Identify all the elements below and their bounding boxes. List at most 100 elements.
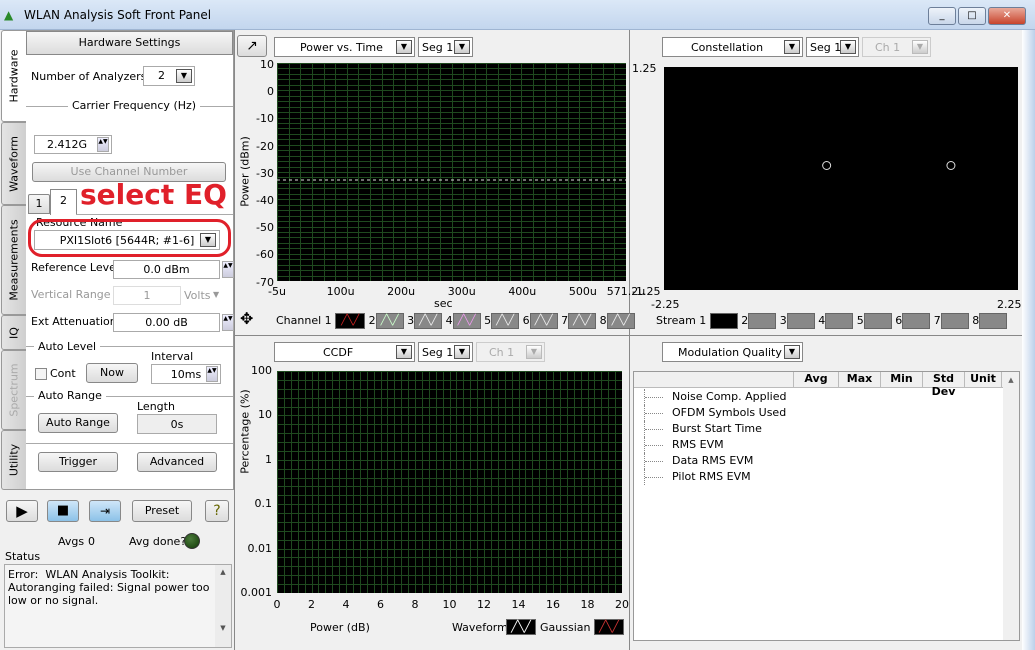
preset-button[interactable]: Preset	[132, 500, 192, 522]
maximize-button[interactable]: □	[958, 7, 986, 25]
status-textbox[interactable]: Error: WLAN Analysis Toolkit: Autorangin…	[4, 564, 232, 648]
ccdf-seg-select[interactable]: Seg 1 ▼	[418, 342, 473, 362]
legend-swatch[interactable]	[825, 313, 854, 329]
legend-swatch[interactable]: ╱╲╱	[375, 313, 404, 329]
ccdf-xtick: 2	[308, 598, 315, 611]
close-button[interactable]: ✕	[988, 7, 1026, 25]
advanced-button[interactable]: Advanced	[137, 452, 217, 472]
pvt-xtick: 400u	[508, 285, 537, 298]
legend-swatch[interactable]	[863, 313, 892, 329]
column-header[interactable]: Min	[881, 372, 923, 387]
pvt-graph-select[interactable]: Power vs. Time ▼	[274, 37, 415, 57]
pvt-xlabel: sec	[434, 297, 453, 310]
undock-button[interactable]: ↗	[237, 35, 267, 57]
row-label: OFDM Symbols Used	[672, 406, 787, 419]
length-value: 0s	[137, 414, 217, 434]
column-header[interactable]	[634, 372, 794, 387]
pvt-ytick: -10	[256, 112, 274, 126]
pvt-ytick: -40	[256, 194, 274, 207]
spinner[interactable]: ▲▼	[222, 261, 234, 278]
constellation-graph[interactable]	[664, 67, 1018, 290]
column-header[interactable]: Std Dev	[923, 372, 965, 398]
constellation-ch-select[interactable]: Ch 1 ▼	[862, 37, 931, 57]
auto-range-label: Auto Range	[34, 389, 106, 402]
legend-num: 4	[818, 314, 826, 327]
run-button[interactable]: ▶	[6, 500, 38, 522]
legend-num: 3	[407, 314, 415, 327]
pvt-ytick: 10	[260, 58, 274, 71]
pan-icon[interactable]: ✥	[240, 309, 253, 328]
tab-spectrum[interactable]: Spectrum	[1, 350, 26, 430]
legend-waveform-swatch: ╱╲╱	[506, 619, 536, 635]
column-header[interactable]: Avg	[794, 372, 839, 387]
table-row[interactable]: Noise Comp. Applied	[644, 389, 786, 405]
table-row[interactable]: OFDM Symbols Used	[644, 405, 786, 421]
run-continuous-button[interactable]: ⇥	[89, 500, 121, 522]
legend-swatch[interactable]: ╱╲╱	[491, 313, 520, 329]
constellation-seg-select[interactable]: Seg 1 ▼	[806, 37, 859, 57]
modq-scrollbar[interactable]: ▲	[1003, 372, 1019, 640]
chevron-down-icon: ▼	[396, 40, 412, 54]
row-label: Data RMS EVM	[672, 454, 754, 467]
table-row[interactable]: Data RMS EVM	[644, 453, 786, 469]
tree-connector	[645, 413, 663, 414]
table-row[interactable]: Pilot RMS EVM	[644, 469, 786, 485]
const-xmax: 2.25	[997, 298, 1022, 311]
subtab-1[interactable]: 1	[28, 194, 50, 214]
legend-swatch[interactable]: ╱╲╱	[606, 313, 635, 329]
reference-level-input[interactable]: 0.0 dBm ▲▼	[113, 260, 234, 279]
cont-checkbox[interactable]	[35, 368, 47, 380]
modq-table[interactable]: Avg Max Min Std Dev Unit ▲ Noise Comp. Appli…	[633, 371, 1020, 641]
trigger-button[interactable]: Trigger	[38, 452, 118, 472]
pvt-graph[interactable]	[277, 63, 626, 281]
column-header[interactable]: Max	[839, 372, 881, 387]
vertical-range-unit[interactable]: Volts	[184, 289, 211, 302]
minimize-button[interactable]: _	[928, 7, 956, 25]
legend-swatch-1[interactable]: ╱╲╱	[335, 313, 366, 329]
constellation-legend: Stream 1 2 3 4 5 6 7 8	[656, 313, 1008, 329]
ccdf-ch-select[interactable]: Ch 1 ▼	[476, 342, 545, 362]
tab-waveform[interactable]: Waveform	[1, 122, 26, 205]
subtab-2[interactable]: 2	[50, 189, 77, 215]
legend-label: Channel 1	[276, 314, 332, 327]
tab-utility[interactable]: Utility	[1, 430, 26, 490]
ccdf-graph-select[interactable]: CCDF ▼	[274, 342, 415, 362]
spinner[interactable]: ▲▼	[222, 314, 234, 331]
divider	[629, 30, 630, 650]
column-header[interactable]: Unit	[965, 372, 1002, 387]
constellation-graph-select[interactable]: Constellation ▼	[662, 37, 803, 57]
pvt-seg-select[interactable]: Seg 1 ▼	[418, 37, 473, 57]
ext-attenuation-input[interactable]: 0.00 dB ▲▼	[113, 313, 234, 332]
pvt-legend: Channel 1 ╱╲╱ 2 ╱╲╱ 3 ╱╲╱ 4 ╱╲╱ 5 ╱╲╱ 6 ╱╲╱ 7…	[276, 313, 635, 329]
ccdf-graph[interactable]	[277, 371, 622, 593]
carrier-frequency-input[interactable]: 2.412G ▲▼	[34, 135, 112, 154]
table-row[interactable]: Burst Start Time	[644, 421, 786, 437]
tab-measurements[interactable]: Measurements	[1, 205, 26, 315]
ccdf-xtick: 18	[580, 598, 595, 611]
stop-button[interactable]: ■	[47, 500, 79, 522]
auto-range-button[interactable]: Auto Range	[38, 413, 118, 433]
legend-swatch[interactable]	[902, 313, 931, 329]
tab-hardware[interactable]: Hardware	[1, 30, 26, 122]
legend-swatch[interactable]: ╱╲╱	[414, 313, 443, 329]
modq-select[interactable]: Modulation Quality ▼	[662, 342, 803, 362]
vertical-range-input[interactable]: 1	[113, 286, 181, 305]
legend-swatch[interactable]: ╱╲╱	[568, 313, 597, 329]
table-row[interactable]: RMS EVM	[644, 437, 786, 453]
legend-swatch-1[interactable]	[709, 313, 738, 329]
legend-swatch[interactable]	[979, 313, 1008, 329]
interval-input[interactable]: 10ms ▲▼	[151, 364, 221, 384]
legend-swatch[interactable]	[748, 313, 777, 329]
help-button[interactable]: ?	[205, 500, 229, 522]
legend-swatch[interactable]: ╱╲╱	[529, 313, 558, 329]
legend-swatch[interactable]	[786, 313, 815, 329]
status-scrollbar[interactable]: ▲ ▼	[215, 565, 231, 647]
legend-swatch[interactable]: ╱╲╱	[452, 313, 481, 329]
tab-iq[interactable]: IQ	[1, 315, 26, 350]
spinner[interactable]: ▲▼	[97, 137, 109, 152]
legend-swatch[interactable]	[940, 313, 969, 329]
spinner[interactable]: ▲▼	[206, 366, 218, 382]
num-analyzers-select[interactable]: 2 ▼	[143, 66, 195, 86]
legend-num: 5	[856, 314, 864, 327]
now-button[interactable]: Now	[86, 363, 138, 383]
